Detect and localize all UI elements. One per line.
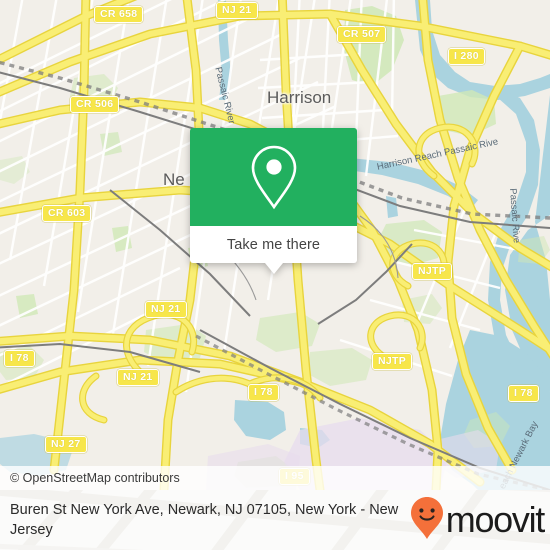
road-shield-njtp-n[interactable]: NJTP xyxy=(412,263,453,280)
road-shield-cr-507[interactable]: CR 507 xyxy=(337,26,387,43)
moovit-logo[interactable]: moovit xyxy=(410,496,546,545)
road-shield-i-78-e[interactable]: I 78 xyxy=(508,385,539,402)
callout-header xyxy=(190,128,357,226)
road-shield-nj-21-s[interactable]: NJ 21 xyxy=(117,369,159,386)
road-shield-cr-603[interactable]: CR 603 xyxy=(42,205,92,222)
road-shield-njtp-s[interactable]: NJTP xyxy=(372,353,413,370)
footer-bar: Buren St New York Ave, Newark, NJ 07105,… xyxy=(0,490,550,550)
road-shield-cr-506[interactable]: CR 506 xyxy=(70,96,120,113)
road-shield-nj-27[interactable]: NJ 27 xyxy=(45,436,87,453)
road-shield-cr-658[interactable]: CR 658 xyxy=(94,6,144,23)
address-text: Buren St New York Ave, Newark, NJ 07105,… xyxy=(10,502,399,538)
road-shield-i-78-w[interactable]: I 78 xyxy=(4,350,35,367)
moovit-smiley-pin-icon xyxy=(410,496,444,545)
moovit-wordmark: moovit xyxy=(445,499,546,540)
callout-tail xyxy=(264,263,283,274)
place-label-newark: Ne xyxy=(163,170,185,189)
moovit-map-screenshot: Harrison Ne Harrison Reach Passaic Rive … xyxy=(0,0,550,550)
road-shield-nj-21-n[interactable]: NJ 21 xyxy=(216,2,258,19)
map-pin-icon xyxy=(249,144,299,210)
take-me-there-label: Take me there xyxy=(226,236,321,253)
road-shield-i-280[interactable]: I 280 xyxy=(448,48,485,65)
location-callout-card[interactable]: Take me there xyxy=(190,128,357,274)
road-shield-nj-21-c[interactable]: NJ 21 xyxy=(145,301,187,318)
map-attribution[interactable]: © OpenStreetMap contributors xyxy=(0,466,550,490)
road-shield-i-78-c[interactable]: I 78 xyxy=(248,384,279,401)
attribution-text: © OpenStreetMap contributors xyxy=(10,471,180,485)
take-me-there-button[interactable]: Take me there xyxy=(190,226,357,263)
place-label-harrison: Harrison xyxy=(267,88,332,107)
